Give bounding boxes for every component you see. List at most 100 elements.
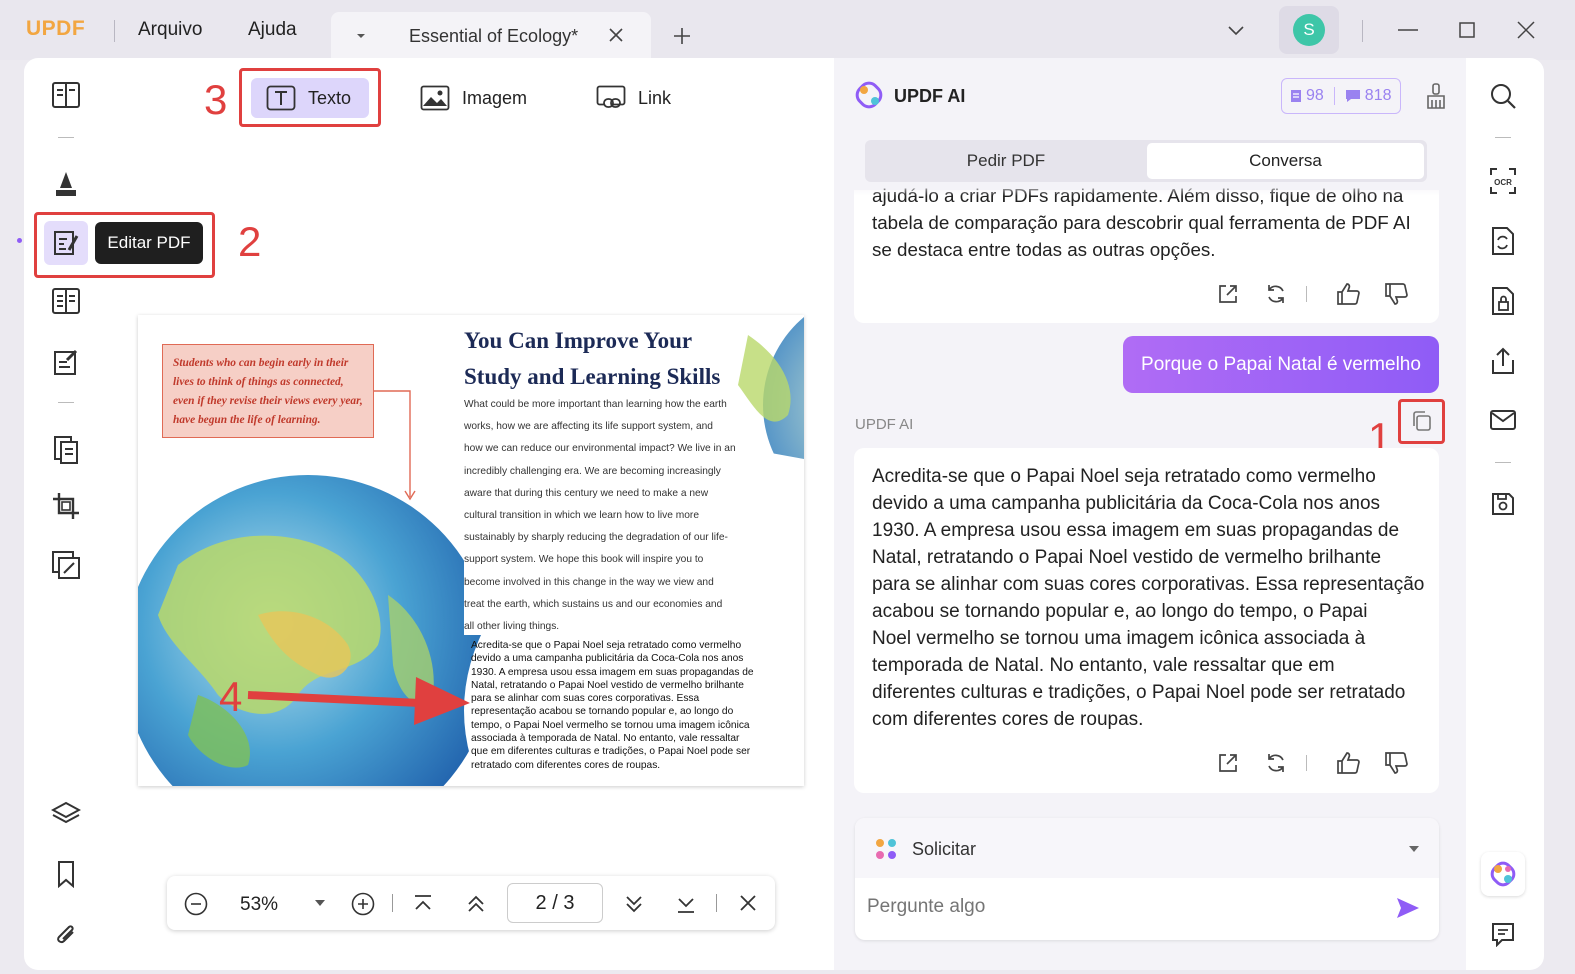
ask-input[interactable] <box>867 884 1387 930</box>
inserted-line: para se alinhar com suas cores corporati… <box>471 693 700 705</box>
last-page-icon[interactable] <box>674 893 698 915</box>
action-divider <box>1306 755 1307 771</box>
answer-line: Noel vermelho se tornou uma imagem icôni… <box>872 628 1366 649</box>
inserted-line: retratado com diferentes cores de roupas… <box>471 759 661 771</box>
inserted-text-block[interactable]: Acredita-se que o Papai Noel seja retrat… <box>471 639 781 772</box>
inserted-line: devido a uma campanha publicitária da Co… <box>471 653 744 665</box>
first-page-icon[interactable] <box>411 893 435 915</box>
ai-mode-switch: Pedir PDF Conversa <box>865 140 1427 182</box>
save-icon[interactable] <box>1481 482 1525 526</box>
ai-answer-card: Acredita-se que o Papai Noel seja retrat… <box>854 448 1439 793</box>
prompt-label: Solicitar <box>912 839 977 859</box>
comments-panel-icon[interactable] <box>1481 912 1525 956</box>
add-image-button[interactable]: Imagem <box>420 72 527 124</box>
title-separator <box>114 20 115 42</box>
organize-pages-icon[interactable] <box>44 279 88 323</box>
ocr-icon[interactable]: OCR <box>1481 159 1525 203</box>
previous-answer-actions <box>1216 282 1409 306</box>
previous-page-icon[interactable] <box>464 893 488 915</box>
body-line: how we can reduce our environmental impa… <box>464 443 736 455</box>
tab-close-icon[interactable] <box>608 27 624 43</box>
quote-connector-arrow <box>374 390 416 501</box>
inserted-line: associada à temporada de Natal. No entan… <box>471 733 740 745</box>
minimize-icon[interactable] <box>1396 18 1420 42</box>
zoom-out-icon[interactable] <box>183 891 209 917</box>
link-tool-icon <box>596 85 626 111</box>
send-icon[interactable] <box>1395 896 1421 920</box>
answer-line: Acredita-se que o Papai Noel seja retrat… <box>872 466 1376 487</box>
tab-title: Essential of Ecology* <box>409 26 579 46</box>
inserted-line: 1930. A empresa usou essa imagem em suas… <box>471 666 754 678</box>
copy-icon[interactable] <box>1409 409 1433 433</box>
bookmark-icon[interactable] <box>44 852 88 896</box>
scroll-fade <box>854 182 1439 196</box>
answer-line: 1930. A empresa usou essa imagem em suas… <box>872 520 1400 541</box>
thumbs-down-icon[interactable] <box>1383 751 1409 775</box>
user-message-bubble[interactable]: Porque o Papai Natal é vermelho <box>1123 336 1439 393</box>
search-icon[interactable] <box>1481 74 1525 118</box>
thumbs-up-icon[interactable] <box>1335 282 1361 306</box>
add-text-button[interactable]: Texto <box>266 72 351 124</box>
imagem-label: Imagem <box>462 87 528 108</box>
document-tab[interactable]: Essential of Ecology* <box>331 12 651 60</box>
share-icon[interactable] <box>1481 339 1525 383</box>
layers-icon[interactable] <box>44 792 88 836</box>
attachment-icon[interactable] <box>44 912 88 956</box>
email-icon[interactable] <box>1481 398 1525 442</box>
action-divider <box>1306 286 1307 302</box>
previous-answer-line: se destaca entre todas as outras opções. <box>872 239 1216 260</box>
updf-ai-toggle-icon[interactable] <box>1481 852 1525 896</box>
page-tools-icon[interactable] <box>44 428 88 472</box>
new-tab-icon[interactable] <box>672 26 692 46</box>
zoombar-separator-2 <box>716 894 717 912</box>
protect-document-icon[interactable] <box>1481 279 1525 323</box>
user-avatar[interactable]: S <box>1293 14 1325 46</box>
thumbs-down-icon[interactable] <box>1383 282 1409 306</box>
export-icon[interactable] <box>1216 751 1240 775</box>
body-line: support system. We hope this book will i… <box>464 554 704 566</box>
tab-dropdown-icon[interactable] <box>355 30 367 42</box>
body-line: What could be more important than learni… <box>464 399 727 410</box>
annotation-number-3: 3 <box>204 76 228 123</box>
next-page-icon[interactable] <box>622 893 646 915</box>
cleanup-brush-icon[interactable] <box>1425 82 1447 110</box>
zoom-dropdown-icon[interactable] <box>313 897 327 909</box>
regenerate-icon[interactable] <box>1264 751 1288 775</box>
zoom-level[interactable]: 53% <box>240 894 278 916</box>
fill-sign-icon[interactable] <box>44 341 88 385</box>
document-body-text: What could be more important than learni… <box>464 394 764 638</box>
ai-answer-text: Acredita-se que o Papai Noel seja retrat… <box>872 463 1432 733</box>
previous-answer-line: tabela de comparação para descobrir qual… <box>872 212 1411 233</box>
body-line: become involved in this change in the wa… <box>464 576 714 588</box>
annotation-arrow-4 <box>247 677 470 725</box>
document-title-line-1: You Can Improve Your <box>464 328 693 353</box>
prompt-dropdown-icon[interactable] <box>1407 843 1421 855</box>
title-separator-2 <box>1362 20 1363 42</box>
convert-pdf-icon[interactable] <box>1481 219 1525 263</box>
body-line: treat the earth, which sustains us and o… <box>464 598 723 610</box>
add-link-button[interactable]: Link <box>596 72 671 124</box>
pdf-credits-badge[interactable]: 98 818 <box>1281 78 1401 114</box>
export-icon[interactable] <box>1216 282 1240 306</box>
answer-line: acabou se tornando popular e, ao longo d… <box>872 601 1368 622</box>
page-number-field[interactable]: 2 / 3 <box>507 883 603 923</box>
maximize-icon[interactable] <box>1455 18 1479 42</box>
close-zoombar-icon[interactable] <box>738 893 758 913</box>
zoom-in-icon[interactable] <box>350 891 376 917</box>
menu-arquivo[interactable]: Arquivo <box>138 19 202 41</box>
tabs-list-chevron-icon[interactable] <box>1224 18 1248 42</box>
tab-conversa[interactable]: Conversa <box>1147 143 1424 179</box>
tab-pedir-pdf[interactable]: Pedir PDF <box>868 143 1144 179</box>
comment-highlighter-icon[interactable] <box>44 162 88 206</box>
crop-pages-icon[interactable] <box>44 484 88 528</box>
reader-mode-icon[interactable] <box>44 73 88 117</box>
regenerate-icon[interactable] <box>1264 282 1288 306</box>
inserted-line: Acredita-se que o Papai Noel seja retrat… <box>471 640 742 651</box>
protect-pdf-icon[interactable] <box>44 543 88 587</box>
texto-label: Texto <box>308 87 352 108</box>
close-window-icon[interactable] <box>1514 18 1538 42</box>
body-line: sustainably by sharply reducing the degr… <box>464 532 728 544</box>
updf-logo: UPDF <box>26 17 86 40</box>
menu-ajuda[interactable]: Ajuda <box>248 19 297 41</box>
thumbs-up-icon[interactable] <box>1335 751 1361 775</box>
